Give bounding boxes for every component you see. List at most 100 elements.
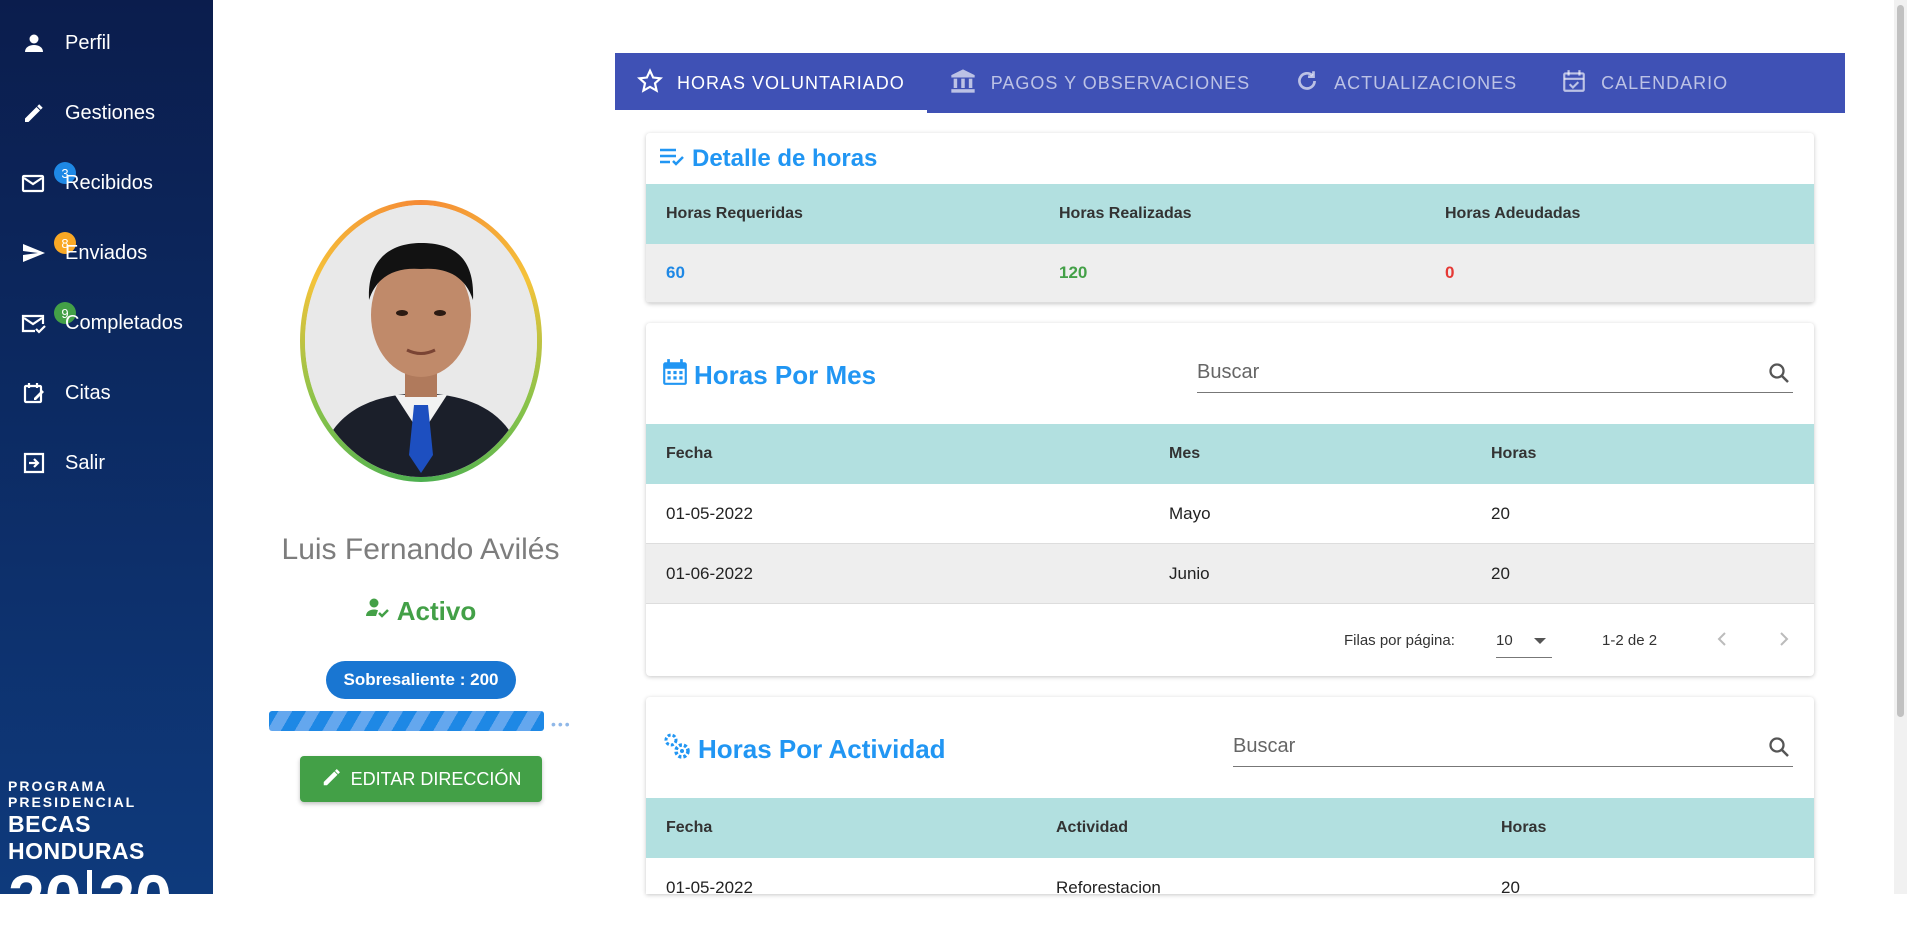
- sidebar-item-label: Gestiones: [65, 101, 156, 124]
- por-actividad-search-input[interactable]: [1233, 735, 1793, 758]
- table-row: 01-05-2022 Mayo 20: [646, 484, 1814, 544]
- horas-por-mes-card: Horas Por Mes Fecha Mes Horas 01-05-2022…: [646, 323, 1814, 676]
- por-mes-title-text: Horas Por Mes: [694, 359, 877, 390]
- pencil-icon: [20, 99, 48, 127]
- detalle-title: Detalle de horas: [658, 141, 877, 177]
- sidebar-item-label: Recibidos: [65, 171, 153, 194]
- mes-cell: Junio: [1169, 563, 1210, 583]
- profile-name: Luis Fernando Avilés: [281, 533, 560, 566]
- tab-label: CALENDARIO: [1601, 72, 1729, 93]
- edit-address-button[interactable]: EDITAR DIRECCIÓN: [300, 756, 542, 802]
- horas-por-actividad-card: Horas Por Actividad Fecha Actividad Hora…: [646, 697, 1814, 894]
- rows-per-page-select[interactable]: 10: [1496, 622, 1552, 658]
- logo-line-1: PROGRAMA PRESIDENCIAL: [8, 778, 137, 810]
- sidebar-item-perfil[interactable]: Perfil: [0, 18, 213, 68]
- tab-label: HORAS VOLUNTARIADO: [677, 72, 905, 93]
- avatar-frame: [300, 200, 542, 482]
- profile-status: Activo: [213, 596, 628, 627]
- score-chip: Sobresaliente : 200: [326, 661, 516, 699]
- sidebar-item-gestiones[interactable]: Gestiones: [0, 88, 213, 138]
- rows-per-page-label: Filas por página:: [1344, 632, 1455, 649]
- checklist-icon: [658, 144, 686, 175]
- table-row: 60 120 0: [646, 244, 1814, 303]
- pencil-icon: [321, 766, 343, 793]
- pagination-range: 1-2 de 2: [1602, 632, 1658, 649]
- sidebar-item-citas[interactable]: Citas: [0, 368, 213, 418]
- score-progress-bar: [269, 711, 544, 731]
- search-icon[interactable]: [1767, 361, 1791, 390]
- fecha-cell: 01-06-2022: [666, 563, 753, 583]
- horas-realizadas-value: 120: [1059, 263, 1088, 282]
- send-icon: 8: [20, 232, 76, 267]
- tab-horas-voluntariado[interactable]: HORAS VOLUNTARIADO: [615, 53, 927, 113]
- por-mes-search-input[interactable]: [1197, 361, 1793, 384]
- sidebar-item-enviados[interactable]: 8 Enviados: [0, 228, 213, 278]
- column-header: Horas: [1491, 445, 1537, 462]
- column-header: Horas: [1501, 819, 1547, 836]
- logo-line-2: BECAS HONDURAS: [8, 811, 145, 864]
- sidebar: Perfil Gestiones 3 Recibidos 8 Enviados …: [0, 0, 213, 931]
- sidebar-item-completados[interactable]: 9 Completados: [0, 298, 213, 348]
- por-mes-table-header: Fecha Mes Horas: [646, 424, 1814, 484]
- gears-icon: [662, 731, 692, 768]
- becas-honduras-logo: PROGRAMA PRESIDENCIAL BECAS HONDURAS 20 …: [8, 778, 208, 931]
- sidebar-item-label: Salir: [65, 451, 106, 474]
- por-actividad-search: [1233, 727, 1793, 767]
- horas-adeudadas-value: 0: [1445, 263, 1455, 282]
- sidebar-item-label: Perfil: [65, 31, 111, 54]
- mail-icon: 3: [20, 162, 76, 197]
- horas-cell: 20: [1501, 877, 1520, 895]
- horas-requeridas-value: 60: [666, 263, 685, 282]
- calendar-icon: [662, 358, 688, 393]
- column-header: Horas Realizadas: [1059, 205, 1192, 222]
- column-header: Fecha: [666, 819, 713, 836]
- person-icon: [20, 29, 48, 57]
- por-actividad-title-text: Horas Por Actividad: [698, 733, 946, 764]
- avatar: [305, 205, 537, 477]
- tab-label: ACTUALIZACIONES: [1334, 72, 1518, 93]
- mes-cell: Mayo: [1169, 503, 1211, 523]
- logo-line-3: 20 20: [8, 865, 208, 931]
- rows-per-page-value: 10: [1496, 632, 1513, 649]
- tab-pagos-observaciones[interactable]: PAGOS Y OBSERVACIONES: [927, 53, 1272, 113]
- scrollbar-thumb[interactable]: [1897, 5, 1904, 717]
- column-header: Horas Adeudadas: [1445, 205, 1581, 222]
- status-label: Activo: [396, 596, 477, 626]
- logout-icon: [20, 449, 48, 477]
- calendar-check-icon: [1561, 68, 1587, 99]
- sidebar-item-label: Citas: [65, 381, 111, 404]
- por-actividad-title: Horas Por Actividad: [662, 731, 946, 767]
- table-row: 01-05-2022 Reforestacion 20: [646, 858, 1814, 894]
- column-header: Actividad: [1056, 819, 1129, 836]
- fecha-cell: 01-05-2022: [666, 877, 753, 895]
- user-check-icon: [365, 596, 389, 627]
- calendar-edit-icon: [20, 379, 48, 407]
- progress-buffer-dots: •••: [551, 716, 572, 732]
- caret-down-icon: [1534, 638, 1546, 644]
- tab-bar: HORAS VOLUNTARIADO PAGOS Y OBSERVACIONES…: [615, 53, 1845, 113]
- chevron-left-icon[interactable]: [1710, 627, 1734, 655]
- logo-divider: [87, 870, 93, 926]
- tab-calendario[interactable]: CALENDARIO: [1539, 53, 1750, 113]
- horas-cell: 20: [1491, 563, 1510, 583]
- fecha-cell: 01-05-2022: [666, 503, 753, 523]
- star-icon: [636, 67, 664, 99]
- page-scrollbar[interactable]: [1894, 0, 1907, 894]
- sidebar-item-salir[interactable]: Salir: [0, 438, 213, 488]
- tab-actualizaciones[interactable]: ACTUALIZACIONES: [1272, 53, 1539, 113]
- logo-year-right: 20: [98, 861, 172, 935]
- horas-cell: 20: [1491, 503, 1510, 523]
- por-mes-search: [1197, 353, 1793, 393]
- search-icon[interactable]: [1767, 735, 1791, 764]
- sidebar-item-label: Completados: [65, 311, 183, 334]
- sidebar-item-recibidos[interactable]: 3 Recibidos: [0, 158, 213, 208]
- column-header: Mes: [1169, 445, 1201, 462]
- column-header: Fecha: [666, 445, 713, 462]
- chevron-right-icon[interactable]: [1772, 627, 1796, 655]
- refresh-icon: [1294, 68, 1320, 99]
- por-actividad-table-header: Fecha Actividad Horas: [646, 798, 1814, 858]
- actividad-cell: Reforestacion: [1056, 877, 1161, 895]
- logo-year-left: 20: [8, 861, 82, 935]
- table-row: 01-06-2022 Junio 20: [646, 544, 1814, 604]
- profile-panel: Luis Fernando Avilés Activo Sobresalient…: [213, 0, 628, 894]
